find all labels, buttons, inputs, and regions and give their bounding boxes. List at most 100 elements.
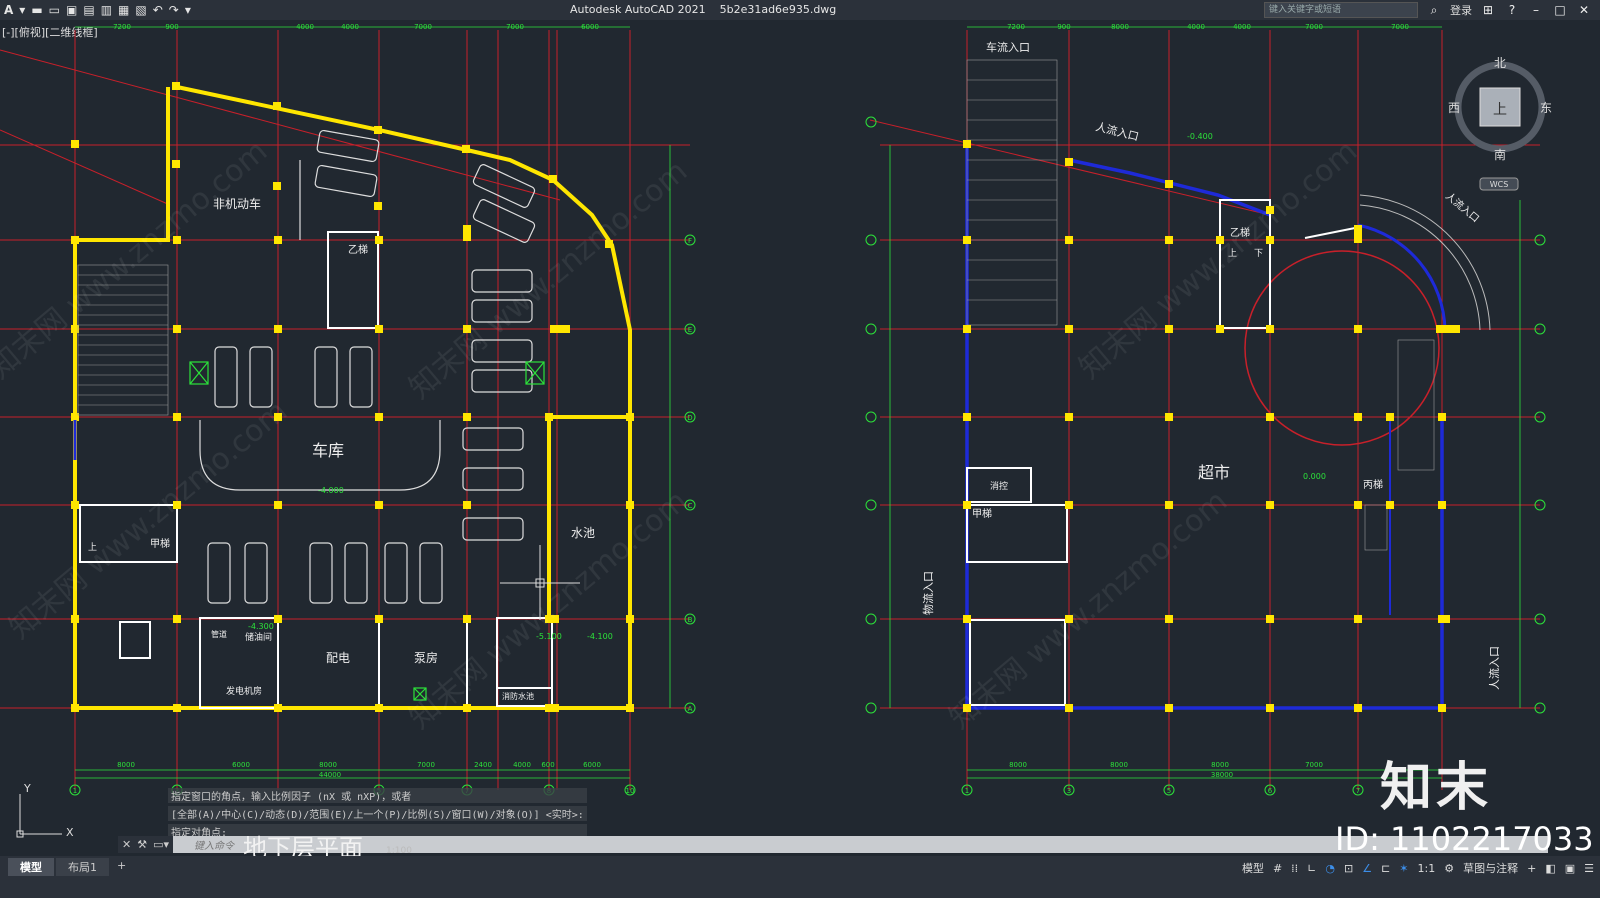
dim: 600 [541,761,554,769]
layout-tabs: 模型 布局1 + [8,858,132,876]
axis-label: F [688,237,692,245]
id-watermark: ID: 1102217033 [1335,820,1594,858]
maximize-icon[interactable]: □ [1552,3,1568,17]
dim: 8000 [1110,761,1128,769]
plus-icon[interactable]: + [1527,862,1536,875]
compass-east[interactable]: 东 [1540,101,1552,115]
label-car-entry: 车流入口 [986,40,1030,54]
command-line: 指定窗口的角点，输入比例因子 (nX 或 nXP)，或者 [168,788,587,803]
menu-chevron-icon[interactable]: ▾ [19,3,25,17]
axis-label: E [688,326,692,334]
ucs-x: X [66,826,74,839]
dim: 2400 [474,761,492,769]
ucs-y: Y [23,782,31,795]
cart-icon[interactable]: ⊞ [1480,3,1496,17]
login-button[interactable]: 登录 [1450,2,1472,18]
label-goods-entry: 物流入口 [921,571,935,615]
undo-icon[interactable]: ↶ [153,3,163,17]
search-icon[interactable]: ⌕ [1426,3,1442,18]
annotation-icon[interactable]: ✶ [1399,862,1408,875]
selection-icon[interactable]: ⊏ [1381,862,1390,875]
osnap-icon[interactable]: ⊡ [1344,862,1353,875]
help-icon[interactable]: ? [1504,3,1520,17]
hardware-icon[interactable]: ▣ [1565,862,1575,875]
lineweight-icon[interactable]: ∠ [1362,862,1372,875]
wrench-icon[interactable]: ⚒ [137,838,147,851]
grid-icon[interactable]: # [1273,862,1282,875]
label-people-entry: 人流入口 [1487,646,1501,690]
model-space-button[interactable]: 模型 [1242,860,1264,876]
compass-west[interactable]: 西 [1448,101,1460,115]
redo-icon[interactable]: ↷ [169,3,179,17]
axis-label: 1 [965,787,969,795]
tab-layout1[interactable]: 布局1 [56,858,109,876]
close-icon[interactable]: ✕ [1576,3,1592,17]
ortho-icon[interactable]: ∟ [1307,862,1316,875]
dim: 8000 [1211,761,1229,769]
dim: 4000 [1187,23,1205,31]
workspace-switch[interactable]: 草图与注释 [1463,860,1518,876]
tab-model[interactable]: 模型 [8,858,54,876]
dim: 7000 [1391,23,1409,31]
view-cube[interactable]: 上 北 南 东 西 WCS [1446,52,1556,192]
polar-icon[interactable]: ◔ [1325,862,1335,875]
search-input[interactable]: 键入关键字或短语 [1264,2,1418,18]
publish-icon[interactable]: ▥ [101,3,112,17]
save-as-icon[interactable]: ▤ [83,3,94,17]
isolate-icon[interactable]: ◧ [1545,862,1555,875]
dim: 7000 [506,23,524,31]
compass-south[interactable]: 南 [1494,147,1506,162]
view-cube-top-label: 上 [1493,102,1507,118]
minimize-icon[interactable]: – [1528,3,1544,17]
new-file-icon[interactable]: ▬ [31,3,42,17]
file-name: 5b2e31ad6e935.dwg [719,3,837,16]
customize-menu-icon[interactable]: ☰ [1584,862,1594,875]
label-people-entry: 人流入口 [1443,189,1482,225]
label-oil-room: 储油间 [245,631,272,643]
label-fire-tank: 消防水池 [502,691,534,701]
save-icon[interactable]: ▣ [66,3,77,17]
label-generator: 发电机房 [226,685,262,697]
app-title: Autodesk AutoCAD 2021 [570,3,706,16]
label-pump: 泵房 [414,650,438,665]
autocad-logo-icon[interactable]: A [4,3,13,17]
title-right: 键入关键字或短语 ⌕ 登录 ⊞ ? – □ ✕ [1264,0,1600,20]
snap-icon[interactable]: ⁞⁞ [1291,862,1298,875]
open-file-icon[interactable]: ▭ [49,3,60,17]
axis-label: 6 [1268,787,1273,795]
dim: 900 [1057,23,1070,31]
label-power: 配电 [326,651,350,665]
annotation-scale[interactable]: 1:1 [1418,862,1436,875]
label-gas: 管道 [211,629,227,639]
axis-label: 5 [1167,787,1171,795]
customize-icon[interactable]: ▾ [185,3,191,17]
add-layout-button[interactable]: + [111,858,132,876]
dim: 4000 [296,23,314,31]
level-mark: -4.000 [318,486,344,495]
dim: 900 [165,23,178,31]
gear-icon[interactable]: ⚙ [1444,862,1454,875]
compass-north[interactable]: 北 [1494,56,1506,70]
label-pool: 水池 [571,526,595,540]
window-title: Autodesk AutoCAD 2021 5b2e31ad6e935.dwg [570,3,836,16]
dim: 4000 [513,761,531,769]
axis-label: 3 [1067,787,1071,795]
drawing-canvas[interactable]: 非机动车 乙梯 车库 甲梯 上 水池 配电 泵房 发电机房 储油间 管道 消防水… [0,20,1600,856]
dim: 6000 [583,761,601,769]
dim: 4000 [1233,23,1251,31]
right-columns [963,140,1460,712]
dim: 7200 [113,23,131,31]
label-fire-control: 消控 [990,480,1008,492]
close-command-icon[interactable]: ✕ [122,838,131,851]
sheet-scale: 1:100 [386,846,412,856]
dim: 8000 [1111,23,1129,31]
brand-watermark: 知末 [1380,758,1493,818]
svg-text:知末网 www.znzmo.com: 知末网 www.znzmo.com [403,154,694,406]
recent-commands-icon[interactable]: ▭▾ [153,838,169,851]
label-elev-a-right: 甲梯 [972,507,992,520]
level-mark: -4.100 [587,632,613,641]
print-icon[interactable]: ▧ [135,3,146,17]
title-bar: A ▾ ▬ ▭ ▣ ▤ ▥ ▦ ▧ ↶ ↷ ▾ Autodesk AutoCAD… [0,0,1600,20]
plot-icon[interactable]: ▦ [118,3,129,17]
axis-label: 10 [626,787,635,795]
